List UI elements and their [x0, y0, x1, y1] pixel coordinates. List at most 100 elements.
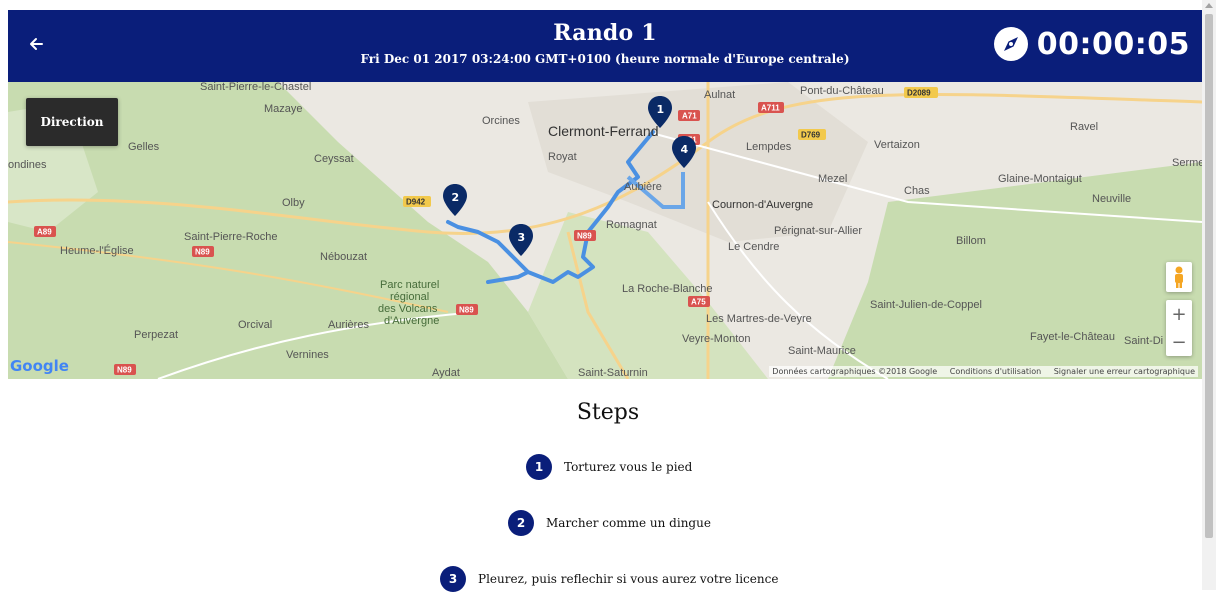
- step-number-badge: 2: [508, 510, 534, 536]
- svg-text:A75: A75: [691, 298, 706, 307]
- step-number-badge: 1: [526, 454, 552, 480]
- place-label: Cournon-d'Auvergne: [712, 199, 813, 211]
- svg-text:A71: A71: [682, 112, 697, 121]
- map-canvas[interactable]: Saint-Pierre-le-Chastel Mazaye Orcines C…: [8, 82, 1202, 379]
- road-shield: D942: [403, 196, 431, 207]
- map-report-link[interactable]: Signaler une erreur cartographique: [1054, 367, 1195, 376]
- place-label: Saint-Pierre-le-Chastel: [200, 82, 311, 93]
- place-label: Aubière: [624, 181, 662, 193]
- svg-text:A89: A89: [37, 228, 52, 237]
- zoom-out-button[interactable]: −: [1166, 328, 1192, 356]
- svg-text:4: 4: [681, 143, 689, 156]
- place-label: Heume-l'Église: [60, 244, 134, 257]
- place-label: Mazaye: [264, 103, 303, 115]
- place-label: Billom: [956, 235, 986, 247]
- step-item: 3 Pleurez, puis reflechir si vous aurez …: [440, 566, 778, 592]
- map-data-credit: Données cartographiques ©2018 Google: [772, 367, 938, 376]
- place-label: Orcival: [238, 319, 272, 331]
- svg-text:D942: D942: [406, 198, 426, 207]
- svg-text:2: 2: [452, 191, 460, 204]
- step-item: 1 Torturez vous le pied: [526, 454, 692, 480]
- step-item: 2 Marcher comme un dingue: [508, 510, 711, 536]
- place-label: Aulnat: [704, 89, 735, 101]
- google-logo: Google: [10, 357, 69, 375]
- direction-button[interactable]: Direction: [26, 98, 118, 146]
- place-label: Gelles: [128, 141, 160, 153]
- road-shield: D769: [798, 129, 826, 140]
- road-shield: A89: [34, 226, 56, 237]
- street-view-pegman[interactable]: [1166, 262, 1192, 292]
- svg-text:3: 3: [518, 231, 526, 244]
- place-label: Saint-Saturnin: [578, 367, 648, 379]
- compass-icon: [993, 26, 1029, 62]
- step-number-badge: 3: [440, 566, 466, 592]
- map-marker: 2: [443, 184, 467, 216]
- place-label: Les Martres-de-Veyre: [706, 313, 812, 325]
- step-label: Marcher comme un dingue: [546, 516, 711, 530]
- google-logo-text: Google: [10, 357, 69, 375]
- place-label: Fayet-le-Château: [1030, 331, 1115, 343]
- place-label: Pont-du-Château: [800, 85, 884, 97]
- place-label: Ravel: [1070, 121, 1098, 133]
- zoom-control: + −: [1166, 300, 1192, 356]
- step-label: Torturez vous le pied: [564, 460, 693, 474]
- place-label: Saint-Pierre-Roche: [184, 231, 278, 243]
- place-label: Saint-Di: [1124, 335, 1163, 347]
- place-label: Veyre-Monton: [682, 333, 750, 345]
- place-label: Mezel: [818, 173, 847, 185]
- place-label: Aydat: [432, 367, 460, 379]
- place-label: Chas: [904, 185, 930, 197]
- road-shield: D2089: [904, 87, 938, 98]
- map-marker: 3: [509, 224, 533, 256]
- place-label: Aurières: [328, 319, 369, 331]
- place-label: Perpezat: [134, 329, 178, 341]
- svg-text:N89: N89: [577, 232, 592, 241]
- place-label: Neuville: [1092, 193, 1131, 205]
- svg-text:1: 1: [657, 103, 665, 116]
- place-label: Royat: [548, 151, 577, 163]
- place-label: Nébouzat: [320, 251, 367, 263]
- map[interactable]: Saint-Pierre-le-Chastel Mazaye Orcines C…: [8, 82, 1202, 379]
- road-shield: A711: [758, 102, 784, 113]
- page-scrollbar[interactable]: [1202, 0, 1216, 590]
- place-label: ondines: [8, 159, 47, 171]
- place-label: Olby: [282, 197, 305, 209]
- place-label: Parc naturel: [380, 279, 439, 291]
- svg-text:A711: A711: [761, 104, 780, 113]
- place-label: Ceyssat: [314, 153, 354, 165]
- map-terms-link[interactable]: Conditions d'utilisation: [950, 367, 1041, 376]
- road-shield: A71: [678, 110, 700, 121]
- timer: 00:00:05: [1036, 26, 1190, 62]
- svg-text:D769: D769: [801, 131, 821, 140]
- timer-group: 00:00:05: [993, 24, 1190, 64]
- place-label: Saint-Maurice: [788, 345, 856, 357]
- pegman-icon: [1175, 266, 1183, 288]
- app-header: Rando 1 Fri Dec 01 2017 03:24:00 GMT+010…: [8, 10, 1202, 82]
- road-shield: N89: [456, 304, 478, 315]
- place-label: d'Auvergne: [384, 315, 439, 327]
- svg-text:N89: N89: [459, 306, 474, 315]
- svg-text:N89: N89: [195, 248, 210, 257]
- place-label: Clermont-Ferrand: [548, 123, 658, 139]
- map-footer: Données cartographiques ©2018 Google Con…: [769, 366, 1198, 377]
- place-label: Vertaizon: [874, 139, 920, 151]
- steps-title: Steps: [576, 400, 640, 425]
- place-label: La Roche-Blanche: [622, 283, 713, 295]
- place-label: Le Cendre: [728, 241, 779, 253]
- road-shield: N89: [574, 230, 596, 241]
- scroll-up-arrow-icon[interactable]: [1205, 3, 1213, 8]
- road-shield: N89: [114, 364, 136, 375]
- place-label: régional: [390, 291, 429, 303]
- road-shield: N89: [192, 246, 214, 257]
- svg-text:N89: N89: [117, 366, 132, 375]
- place-label: Vernines: [286, 349, 329, 361]
- place-label: Orcines: [482, 115, 520, 127]
- zoom-in-button[interactable]: +: [1166, 300, 1192, 328]
- place-label: Glaine-Montaigut: [998, 173, 1082, 185]
- road-shield: A75: [688, 296, 710, 307]
- place-label: Serme: [1172, 157, 1202, 169]
- svg-text:D2089: D2089: [907, 89, 931, 98]
- place-label: Lempdes: [746, 141, 792, 153]
- place-label: Romagnat: [606, 219, 657, 231]
- scrollbar-thumb[interactable]: [1205, 14, 1213, 538]
